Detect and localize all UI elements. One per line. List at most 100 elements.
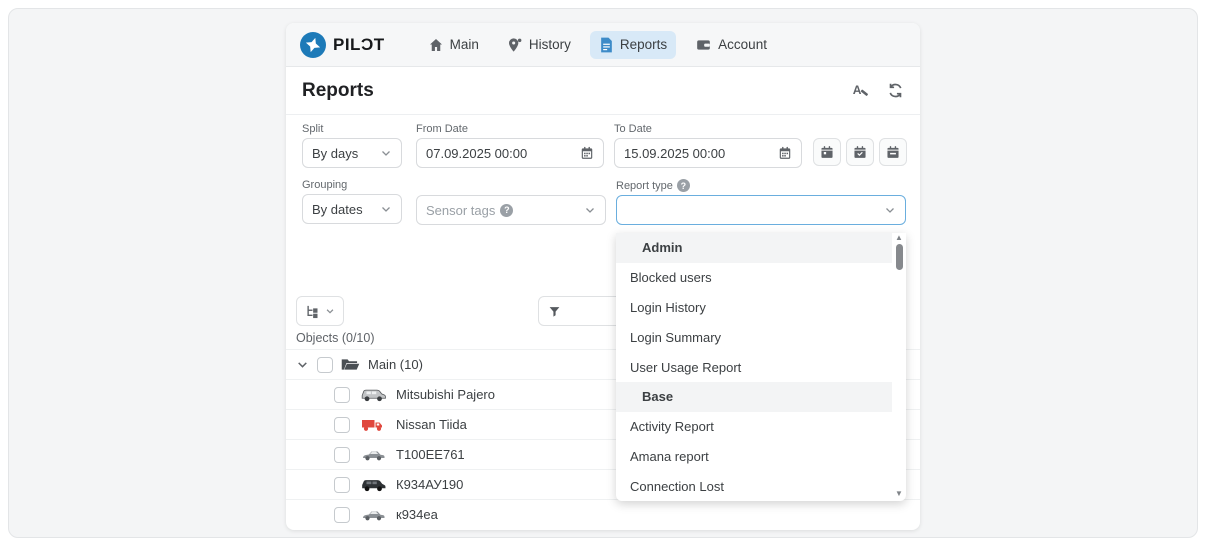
to-date-input[interactable]: 15.09.2025 00:00	[614, 138, 802, 168]
svg-text:A: A	[853, 83, 862, 97]
route-marker-icon	[507, 37, 523, 53]
help-icon[interactable]: ?	[500, 204, 513, 217]
option-blocked-users[interactable]: Blocked users	[616, 263, 892, 293]
object-label: к934еа	[396, 507, 438, 522]
object-label: К934АУ190	[396, 477, 463, 492]
app-page-background: PILƆT Main History Reports Account	[8, 8, 1198, 538]
brand-logo: PILƆT	[300, 32, 385, 58]
from-date-field: From Date 07.09.2025 00:00	[416, 123, 604, 168]
top-navigation: PILƆT Main History Reports Account	[286, 23, 920, 67]
object-label: T100EE761	[396, 447, 465, 462]
chevron-down-icon	[584, 204, 596, 216]
report-type-options: Admin Blocked users Login History Login …	[616, 233, 892, 501]
report-type-label: Report type	[616, 180, 673, 192]
calendar-minus-icon	[886, 145, 900, 159]
to-date-value: 15.09.2025 00:00	[624, 146, 725, 161]
option-amana-report[interactable]: Amana report	[616, 442, 892, 472]
grouping-field: Grouping By dates	[302, 179, 402, 224]
help-icon[interactable]: ?	[677, 179, 690, 192]
pilot-logo-icon	[300, 32, 326, 58]
nav-item-label: Reports	[620, 37, 667, 52]
calendar-icon[interactable]	[778, 146, 792, 160]
to-date-label: To Date	[614, 123, 802, 135]
chevron-down-icon	[380, 203, 392, 215]
scroll-up-icon[interactable]: ▲	[895, 233, 903, 243]
sensor-tags-placeholder: Sensor tags	[426, 203, 495, 218]
split-select[interactable]: By days	[302, 138, 402, 168]
option-connection-lost[interactable]: Connection Lost	[616, 471, 892, 501]
chevron-down-icon	[380, 147, 392, 159]
report-type-select[interactable]	[616, 195, 906, 225]
nav-item-label: History	[529, 37, 571, 52]
page-title: Reports	[302, 80, 374, 102]
object-checkbox[interactable]	[334, 507, 350, 523]
home-icon	[428, 37, 444, 53]
nav-item-account[interactable]: Account	[686, 31, 776, 59]
object-checkbox[interactable]	[334, 477, 350, 493]
folder-checkbox[interactable]	[317, 357, 333, 373]
sensor-tags-field: Sensor tags ?	[416, 195, 606, 225]
calendar-check-button[interactable]	[846, 138, 874, 166]
scrollbar-thumb[interactable]	[896, 244, 903, 270]
from-date-value: 07.09.2025 00:00	[426, 146, 527, 161]
scroll-down-icon[interactable]: ▼	[895, 489, 903, 499]
calendar-day-button[interactable]	[813, 138, 841, 166]
objects-counter: Objects (0/10)	[296, 331, 375, 345]
grouping-select[interactable]: By dates	[302, 194, 402, 224]
nav-item-reports[interactable]: Reports	[590, 31, 676, 59]
report-type-dropdown: Admin Blocked users Login History Login …	[616, 233, 906, 501]
suv-vehicle-icon	[360, 387, 386, 403]
header-actions: A	[852, 82, 904, 99]
nav-item-main[interactable]: Main	[419, 31, 488, 59]
collapse-chevron-icon[interactable]	[296, 358, 309, 371]
calendar-check-icon	[853, 145, 867, 159]
app-card: PILƆT Main History Reports Account	[286, 23, 920, 530]
object-label: Mitsubishi Pajero	[396, 387, 495, 402]
report-type-field: Report type ?	[616, 179, 906, 225]
object-checkbox[interactable]	[334, 387, 350, 403]
calendar-minus-button[interactable]	[879, 138, 907, 166]
nav-items: Main History Reports Account	[419, 31, 776, 59]
sensor-tags-select[interactable]: Sensor tags ?	[416, 195, 606, 225]
folder-label: Main (10)	[368, 357, 423, 372]
nav-item-history[interactable]: History	[498, 31, 580, 59]
chevron-down-icon	[884, 204, 896, 216]
option-user-usage-report[interactable]: User Usage Report	[616, 352, 892, 382]
to-date-field: To Date 15.09.2025 00:00	[614, 123, 802, 168]
brand-name: PILƆT	[333, 35, 385, 55]
split-label: Split	[302, 123, 402, 135]
object-checkbox[interactable]	[334, 417, 350, 433]
sedan-vehicle-icon	[360, 447, 386, 463]
calendar-day-icon	[820, 145, 834, 159]
truck-vehicle-icon	[360, 417, 386, 433]
page-header: Reports A	[286, 67, 920, 115]
funnel-icon	[548, 305, 561, 318]
minivan-vehicle-icon	[360, 477, 386, 493]
object-row[interactable]: к934еа	[286, 499, 920, 529]
tree-view-mode-button[interactable]	[296, 296, 344, 326]
from-date-label: From Date	[416, 123, 604, 135]
grouping-label: Grouping	[302, 179, 402, 191]
report-file-icon	[599, 37, 614, 53]
option-group-base[interactable]: Base	[616, 382, 892, 412]
wallet-icon	[695, 37, 712, 53]
option-login-history[interactable]: Login History	[616, 293, 892, 323]
dropdown-scrollbar[interactable]: ▲ ▼	[892, 233, 906, 501]
object-checkbox[interactable]	[334, 447, 350, 463]
from-date-input[interactable]: 07.09.2025 00:00	[416, 138, 604, 168]
nav-item-label: Main	[450, 37, 479, 52]
tree-icon	[305, 304, 320, 319]
nav-item-label: Account	[718, 37, 767, 52]
report-template-designer-icon[interactable]: A	[852, 82, 869, 99]
split-field: Split By days	[302, 123, 402, 168]
grouping-value: By dates	[312, 202, 363, 217]
refresh-icon[interactable]	[887, 82, 904, 99]
chevron-down-icon	[325, 306, 335, 316]
object-label: Nissan Tiida	[396, 417, 467, 432]
option-login-summary[interactable]: Login Summary	[616, 322, 892, 352]
calendar-icon[interactable]	[580, 146, 594, 160]
split-value: By days	[312, 146, 358, 161]
option-group-admin[interactable]: Admin	[616, 233, 892, 263]
option-activity-report[interactable]: Activity Report	[616, 412, 892, 442]
folder-open-icon	[341, 357, 360, 372]
